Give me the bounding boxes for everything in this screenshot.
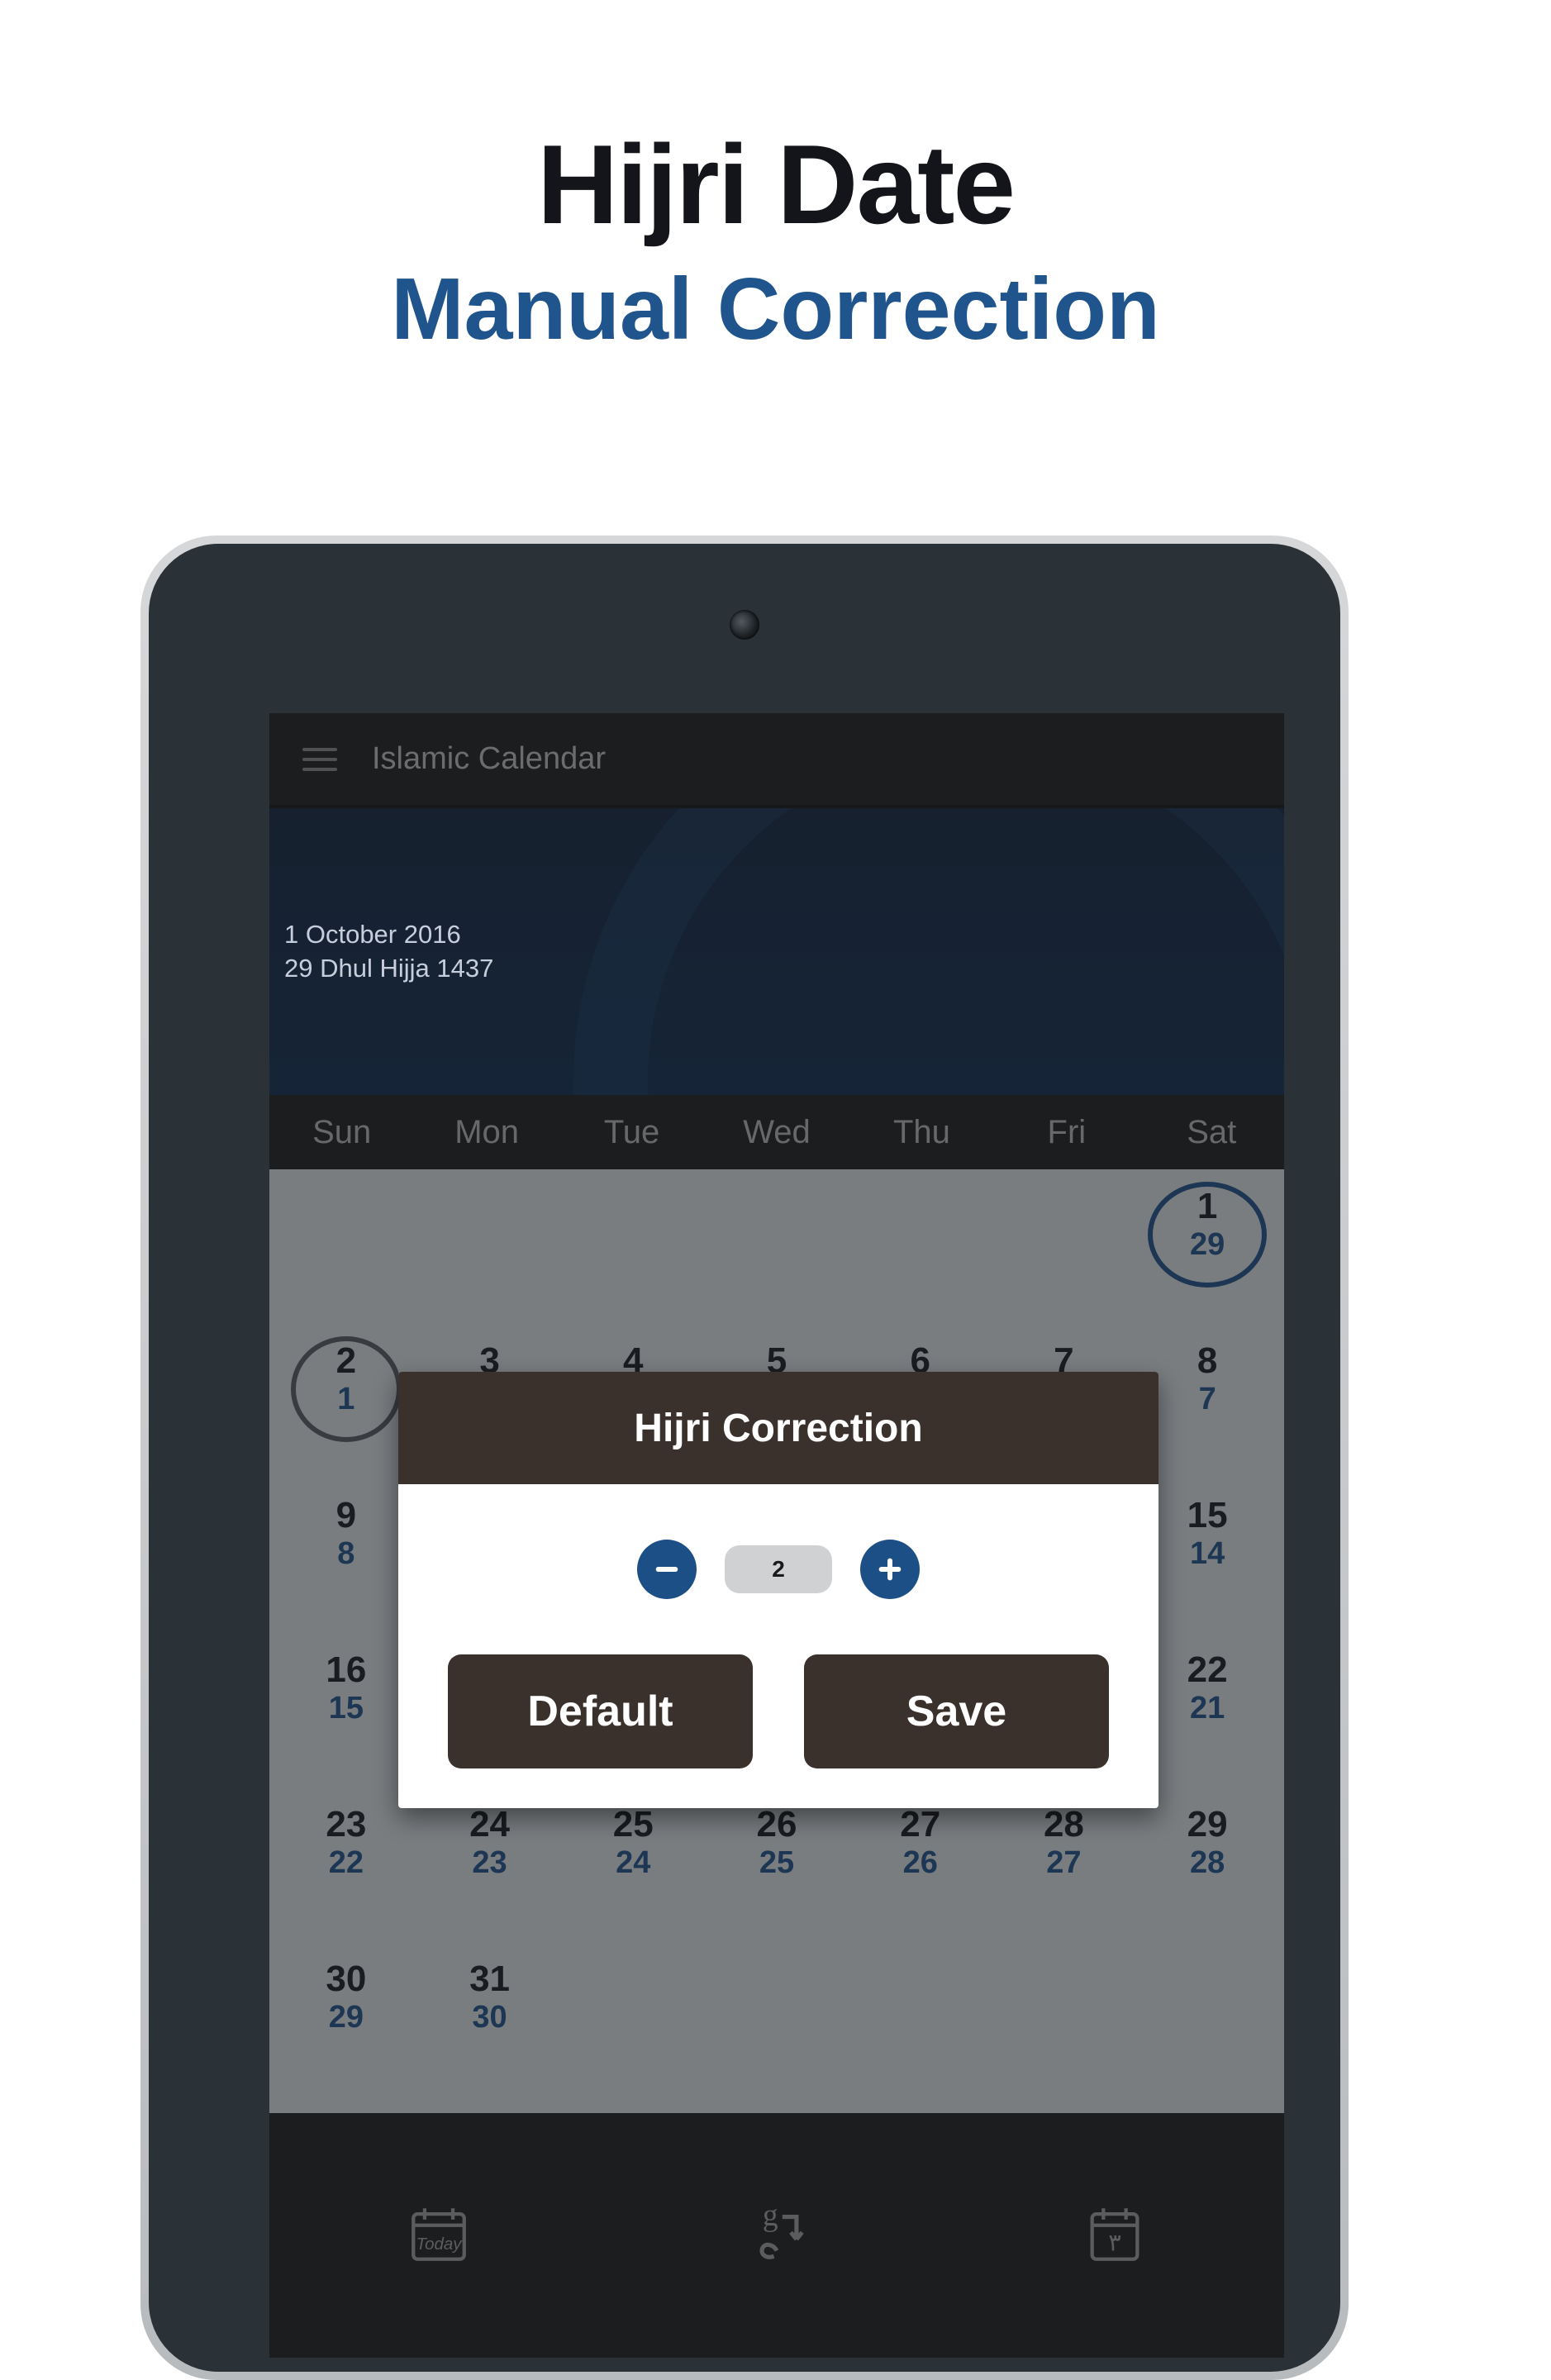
weekday-label: Wed <box>704 1114 849 1151</box>
hijri-day: 22 <box>329 1847 364 1880</box>
day-cell[interactable]: 2524 <box>561 1799 705 1954</box>
hijri-date: 29 Dhul Hijja 1437 <box>284 952 1284 985</box>
weekday-label: Thu <box>849 1114 994 1151</box>
hijri-day: 7 <box>1199 1383 1216 1416</box>
app-screen: Islamic Calendar 1 October 2016 29 Dhul … <box>269 713 1284 2358</box>
weekday-label: Tue <box>559 1114 704 1151</box>
gregorian-day: 15 <box>1187 1497 1228 1535</box>
correction-value: 2 <box>725 1545 832 1593</box>
day-cell[interactable]: 3029 <box>274 1954 418 2108</box>
hijri-day: 24 <box>616 1847 650 1880</box>
hijri-month-tab[interactable]: ٣ <box>1081 2200 1149 2272</box>
gregorian-day: 26 <box>757 1806 797 1844</box>
day-cell <box>849 1954 992 2108</box>
hijri-day: 28 <box>1190 1847 1225 1880</box>
increment-button[interactable] <box>860 1540 920 1599</box>
gregorian-day: 16 <box>326 1651 366 1689</box>
weekday-label: Sat <box>1139 1114 1284 1151</box>
hijri-day: 15 <box>329 1692 364 1726</box>
day-cell[interactable]: 2322 <box>274 1799 418 1954</box>
gregorian-day: 25 <box>613 1806 654 1844</box>
dialog-actions: Default Save <box>398 1654 1158 1808</box>
gregorian-day: 30 <box>326 1960 366 1998</box>
convert-tab[interactable]: g <box>743 2200 811 2272</box>
day-cell <box>992 1954 1136 2108</box>
hero-subtitle: Manual Correction <box>0 265 1551 353</box>
gregorian-day: 29 <box>1187 1806 1228 1844</box>
day-cell[interactable]: 2827 <box>992 1799 1136 1954</box>
weekday-label: Sun <box>269 1114 414 1151</box>
hijri-day: 23 <box>472 1847 507 1880</box>
gregorian-day: 9 <box>336 1497 356 1535</box>
day-cell[interactable]: 129 <box>1135 1181 1279 1335</box>
day-cell[interactable]: 98 <box>274 1490 418 1645</box>
day-cell[interactable]: 2423 <box>418 1799 562 1954</box>
minus-icon <box>650 1553 683 1586</box>
correction-stepper: 2 <box>398 1484 1158 1654</box>
day-cell <box>561 1181 705 1335</box>
hijri-day: 26 <box>903 1847 938 1880</box>
hijri-day: 14 <box>1190 1538 1225 1571</box>
day-cell[interactable]: 2625 <box>705 1799 849 1954</box>
svg-text:Today: Today <box>416 2234 463 2253</box>
date-banner: 1 October 2016 29 Dhul Hijja 1437 <box>269 808 1284 1095</box>
save-button[interactable]: Save <box>804 1654 1109 1768</box>
hijri-day: 27 <box>1046 1847 1081 1880</box>
hijri-correction-dialog: Hijri Correction 2 Default Save <box>398 1372 1158 1808</box>
weekday-label: Fri <box>994 1114 1139 1151</box>
decrement-button[interactable] <box>637 1540 697 1599</box>
day-cell[interactable]: 21 <box>274 1335 418 1490</box>
plus-icon <box>873 1553 906 1586</box>
day-cell <box>274 1181 418 1335</box>
weekday-label: Mon <box>414 1114 559 1151</box>
day-cell <box>418 1181 562 1335</box>
tablet-frame: Islamic Calendar 1 October 2016 29 Dhul … <box>140 536 1349 2380</box>
hijri-day: 8 <box>337 1538 354 1571</box>
app-bar-title: Islamic Calendar <box>372 741 606 777</box>
hijri-day: 25 <box>759 1847 794 1880</box>
default-button[interactable]: Default <box>448 1654 753 1768</box>
day-cell <box>849 1181 992 1335</box>
gregorian-day: 28 <box>1044 1806 1084 1844</box>
gregorian-day: 22 <box>1187 1651 1228 1689</box>
front-camera-icon <box>730 610 759 640</box>
bottom-nav: Today g ٣ <box>269 2113 1284 2358</box>
day-cell[interactable]: 1615 <box>274 1645 418 1799</box>
gregorian-day: 27 <box>900 1806 940 1844</box>
gregorian-day: 24 <box>469 1806 510 1844</box>
hijri-day: 29 <box>329 2002 364 2035</box>
day-cell[interactable]: 3130 <box>418 1954 562 2108</box>
today-tab[interactable]: Today <box>405 2200 473 2272</box>
hero-header: Hijri Date Manual Correction <box>0 0 1551 353</box>
day-cell <box>561 1954 705 2108</box>
menu-icon[interactable] <box>302 748 337 771</box>
weekday-row: SunMonTueWedThuFriSat <box>269 1095 1284 1169</box>
day-cell <box>705 1181 849 1335</box>
dialog-title: Hijri Correction <box>634 1406 922 1451</box>
day-cell <box>1135 1954 1279 2108</box>
hijri-day: 21 <box>1190 1692 1225 1726</box>
dialog-header: Hijri Correction <box>398 1372 1158 1484</box>
day-cell[interactable]: 2928 <box>1135 1799 1279 1954</box>
gregorian-day: 8 <box>1197 1342 1217 1380</box>
hero-title: Hijri Date <box>0 128 1551 240</box>
day-cell <box>992 1181 1136 1335</box>
app-bar: Islamic Calendar <box>269 713 1284 808</box>
gregorian-date: 1 October 2016 <box>284 918 1284 951</box>
hijri-day: 30 <box>472 2002 507 2035</box>
gregorian-day: 23 <box>326 1806 366 1844</box>
svg-text:g: g <box>763 2200 778 2233</box>
tablet-bezel: Islamic Calendar 1 October 2016 29 Dhul … <box>149 544 1340 2372</box>
day-cell[interactable]: 2726 <box>849 1799 992 1954</box>
gregorian-day: 31 <box>469 1960 510 1998</box>
day-cell <box>705 1954 849 2108</box>
svg-text:٣: ٣ <box>1109 2230 1122 2256</box>
